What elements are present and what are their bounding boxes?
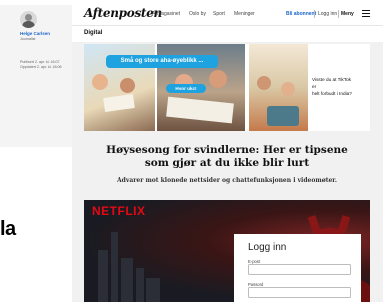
ad-question-line: helt forbudt i India?	[312, 91, 352, 96]
section-bar: Digital	[72, 26, 383, 42]
skyline-building	[111, 232, 118, 302]
skyline-building	[146, 278, 160, 302]
headline-line: som gjør at du ikke blir lurt	[144, 157, 310, 169]
ad-child-figure	[120, 78, 135, 93]
avatar[interactable]	[20, 11, 37, 28]
header-divider	[338, 10, 339, 18]
nav-item-sport[interactable]: Sport	[213, 11, 225, 17]
article-sidebar: Helge Carlsen Journalist Publisert 2. ap…	[0, 0, 72, 302]
ad-bubble: Små og store aha-øyeblikk ...	[106, 55, 218, 68]
published-date: Publisert 2. apr. kl. 16:07	[20, 60, 60, 64]
ad-child-figure	[257, 76, 271, 90]
email-field[interactable]	[248, 264, 351, 275]
ad-pill: Hvor ukc!	[166, 84, 206, 93]
ad-photo-home	[249, 44, 308, 131]
netflix-logo: NETFLIX	[92, 204, 146, 218]
ad-child-figure	[209, 70, 227, 88]
author-box: Helge Carlsen Journalist Publisert 2. ap…	[0, 5, 72, 147]
headline-line: Høysesong for svindlerne: Her er tipsene	[106, 144, 348, 156]
nav-item-meninger[interactable]: Meninger	[234, 11, 255, 17]
ad-magazine-shape	[103, 93, 135, 113]
skyline-building	[98, 250, 108, 302]
ad-question-line: Visste du at TikTok	[312, 77, 351, 82]
menu-button[interactable]: Meny	[341, 11, 354, 17]
nav-item-oslo-by[interactable]: Oslo by	[189, 11, 206, 17]
avatar-head-shape	[25, 14, 32, 21]
avatar-body-shape	[22, 21, 35, 28]
login-card: Logg inn E-post Passord	[234, 234, 361, 302]
ad-child-figure	[92, 74, 108, 90]
ad-question-line: er	[312, 84, 317, 89]
hamburger-icon[interactable]	[362, 10, 370, 17]
author-role: Journalist	[20, 37, 36, 41]
embedded-article-page: Aftenposten A-magasinet Oslo by Sport Me…	[72, 0, 383, 302]
login-link[interactable]: Logg inn	[318, 11, 337, 17]
skyline-building	[121, 258, 133, 302]
header-divider	[314, 10, 315, 18]
nav-item-a-magasinet[interactable]: A-magasinet	[152, 11, 180, 17]
site-logo[interactable]: Aftenposten	[84, 6, 162, 20]
article-lead: Advarer mot klonede nettsider og chattef…	[116, 177, 337, 184]
site-header: Aftenposten A-magasinet Oslo by Sport Me…	[72, 0, 383, 26]
article-heading-fragment: la	[0, 218, 16, 240]
author-name[interactable]: Helge Carlsen	[20, 31, 50, 36]
password-field[interactable]	[248, 287, 351, 298]
ad-magazine-shape	[166, 96, 234, 124]
skyline-building	[136, 268, 144, 302]
article-headline[interactable]: Høysesong for svindlerne: Her er tipsene…	[84, 144, 370, 170]
login-title: Logg inn	[248, 242, 287, 253]
subscribe-button[interactable]: Bli abonnent	[286, 11, 316, 17]
section-title[interactable]: Digital	[84, 30, 102, 36]
ad-question[interactable]: Visste du at TikTok er helt forbudt i In…	[312, 76, 367, 97]
ad-sofa-shape	[267, 106, 299, 126]
ad-child-figure	[281, 82, 295, 96]
updated-date: Oppdatert 2. apr. kl. 18:06	[20, 65, 62, 69]
